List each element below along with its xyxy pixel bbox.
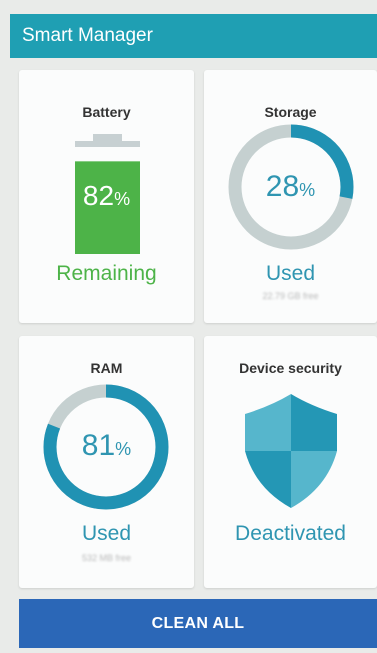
battery-title: Battery: [82, 104, 131, 120]
storage-status: Used: [265, 262, 316, 285]
battery-empty-portion: [75, 141, 140, 147]
app-title: Smart Manager: [22, 25, 153, 46]
device-security-card[interactable]: Device security Deactivated: [204, 336, 377, 588]
ram-title: RAM: [90, 360, 123, 376]
battery-percent-label: 82%: [19, 180, 194, 212]
ram-status: Used: [81, 522, 132, 545]
shield-icon: [245, 394, 337, 508]
dashboard: Battery 82% Remaining Storage 28% Used 2…: [10, 58, 377, 653]
shield-quadrant-bottom-right: [291, 451, 337, 508]
shield-quadrant-top-left: [245, 394, 291, 451]
storage-title: Storage: [264, 104, 317, 120]
ram-card[interactable]: RAM 81% Used 532 MB free: [19, 336, 194, 588]
clean-all-label: CLEAN ALL: [151, 614, 245, 632]
battery-card[interactable]: Battery 82% Remaining: [19, 70, 194, 323]
battery-percent-sign: %: [114, 189, 131, 209]
storage-detail: 22.79 GB free: [262, 291, 319, 301]
battery-status: Remaining: [56, 262, 157, 285]
ram-percent-label: 81%: [19, 429, 194, 463]
battery-percent: 82: [82, 180, 115, 211]
battery-terminal: [93, 134, 122, 141]
shield-quadrant-top-right: [291, 394, 337, 451]
storage-percent-sign: %: [299, 180, 316, 200]
clean-all-button[interactable]: CLEAN ALL: [19, 599, 377, 648]
storage-percent-label: 28%: [204, 170, 377, 204]
device-security-status: Deactivated: [235, 522, 346, 545]
ram-percent-sign: %: [115, 439, 132, 459]
ram-percent: 81: [81, 429, 116, 462]
app-bar: Smart Manager: [10, 14, 377, 58]
storage-percent: 28: [265, 170, 300, 203]
ram-detail: 532 MB free: [81, 553, 132, 563]
device-security-title: Device security: [239, 360, 342, 376]
storage-card[interactable]: Storage 28% Used 22.79 GB free: [204, 70, 377, 323]
shield-quadrant-bottom-left: [245, 451, 291, 508]
